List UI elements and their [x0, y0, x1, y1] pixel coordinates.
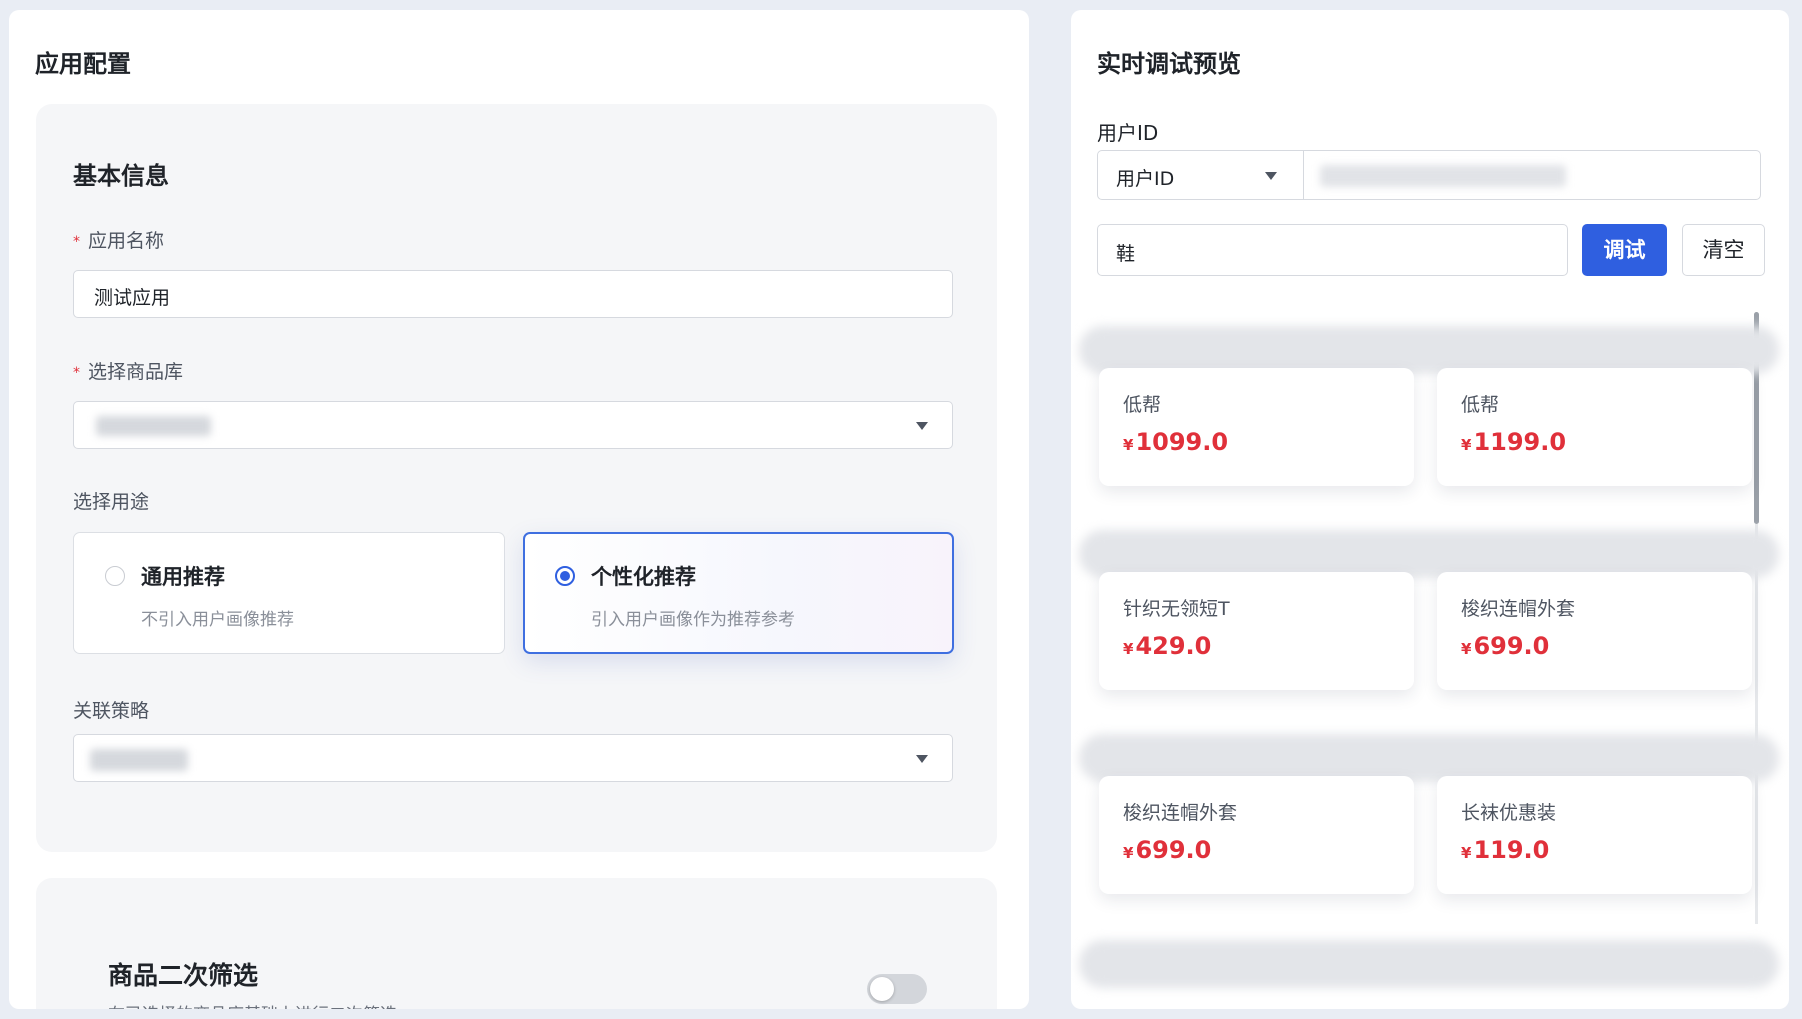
- query-input[interactable]: 鞋: [1097, 224, 1568, 276]
- secondary-filter-card: 商品二次筛选 在已选择的商品库基础上进行二次筛选: [36, 878, 997, 1009]
- required-mark: *: [73, 365, 80, 381]
- chevron-down-icon: [916, 422, 928, 430]
- user-id-type-select[interactable]: 用户ID: [1098, 151, 1304, 199]
- usage-label: 选择用途: [73, 491, 150, 513]
- product-name: 梭织连帽外套: [1123, 802, 1238, 824]
- chevron-down-icon: [1265, 172, 1277, 180]
- product-card[interactable]: 低帮 ¥1099.0: [1099, 368, 1414, 486]
- product-price: ¥1099.0: [1123, 428, 1229, 456]
- product-card[interactable]: 梭织连帽外套 ¥699.0: [1099, 776, 1414, 894]
- product-price: ¥1199.0: [1461, 428, 1567, 456]
- product-card[interactable]: 长袜优惠装 ¥119.0: [1437, 776, 1752, 894]
- product-card[interactable]: 针织无领短T ¥429.0: [1099, 572, 1414, 690]
- product-lib-label: * 选择商品库: [73, 361, 184, 383]
- option-personalized-recommend[interactable]: 个性化推荐 引入用户画像作为推荐参考: [523, 532, 954, 654]
- app-config-panel: 应用配置 基本信息 * 应用名称 测试应用 * 选择商品库 选择用途 通用推荐 不引…: [9, 10, 1029, 1009]
- product-name: 梭织连帽外套: [1461, 598, 1576, 620]
- product-name: 针织无领短T: [1123, 598, 1230, 620]
- strategy-select[interactable]: [73, 734, 953, 782]
- strategy-label: 关联策略: [73, 700, 150, 722]
- option-desc: 不引入用户画像推荐: [141, 610, 294, 630]
- basic-info-card: 基本信息 * 应用名称 测试应用 * 选择商品库 选择用途 通用推荐 不引入用户画像…: [36, 104, 997, 852]
- option-title: 个性化推荐: [591, 565, 696, 589]
- product-name: 低帮: [1461, 394, 1500, 416]
- radio-unchecked-icon[interactable]: [105, 566, 125, 586]
- product-price: ¥119.0: [1461, 836, 1550, 864]
- filter-toggle[interactable]: [867, 974, 927, 1004]
- user-id-input[interactable]: [1320, 165, 1566, 187]
- debug-button[interactable]: 调试: [1582, 224, 1667, 276]
- option-title: 通用推荐: [141, 565, 225, 589]
- user-id-label: 用户ID: [1097, 121, 1159, 145]
- query-value: 鞋: [1116, 243, 1136, 265]
- product-name: 长袜优惠装: [1461, 802, 1557, 824]
- preview-title: 实时调试预览: [1097, 50, 1241, 78]
- product-lib-select[interactable]: [73, 401, 953, 449]
- redacted-row: [1079, 734, 1779, 782]
- product-name: 低帮: [1123, 394, 1162, 416]
- section-title-basic: 基本信息: [73, 162, 169, 190]
- filter-desc: 在已选择的商品库基础上进行二次筛选: [108, 1000, 397, 1009]
- chevron-down-icon: [916, 755, 928, 763]
- redacted-value: [96, 416, 211, 436]
- redacted-row: [1079, 940, 1779, 988]
- required-mark: *: [73, 234, 80, 250]
- app-name-label: * 应用名称: [73, 230, 165, 252]
- page-title: 应用配置: [35, 50, 131, 78]
- product-card[interactable]: 梭织连帽外套 ¥699.0: [1437, 572, 1752, 690]
- results-scroll-track: [1755, 524, 1758, 924]
- app-name-input[interactable]: 测试应用: [73, 270, 953, 318]
- redacted-row: [1079, 326, 1779, 374]
- user-id-type-value: 用户ID: [1116, 168, 1175, 190]
- radio-checked-icon[interactable]: [555, 566, 575, 586]
- option-desc: 引入用户画像作为推荐参考: [591, 610, 795, 630]
- product-price: ¥699.0: [1123, 836, 1212, 864]
- product-card[interactable]: 低帮 ¥1199.0: [1437, 368, 1752, 486]
- redacted-row: [1079, 530, 1779, 578]
- app-name-value: 测试应用: [94, 287, 171, 309]
- product-price: ¥429.0: [1123, 632, 1212, 660]
- section-title-filter: 商品二次筛选: [108, 961, 259, 990]
- product-price: ¥699.0: [1461, 632, 1550, 660]
- debug-preview-panel: 实时调试预览 用户ID 用户ID 鞋 调试 清空 低帮 ¥1099.0 低帮 ¥…: [1071, 10, 1789, 1009]
- option-general-recommend[interactable]: 通用推荐 不引入用户画像推荐: [73, 532, 505, 654]
- toggle-knob: [870, 977, 894, 1001]
- clear-button[interactable]: 清空: [1682, 224, 1765, 276]
- redacted-value: [90, 749, 188, 771]
- user-id-row: 用户ID: [1097, 150, 1761, 200]
- results-list: 低帮 ¥1099.0 低帮 ¥1199.0 针织无领短T ¥429.0 梭织连帽…: [1071, 308, 1789, 1009]
